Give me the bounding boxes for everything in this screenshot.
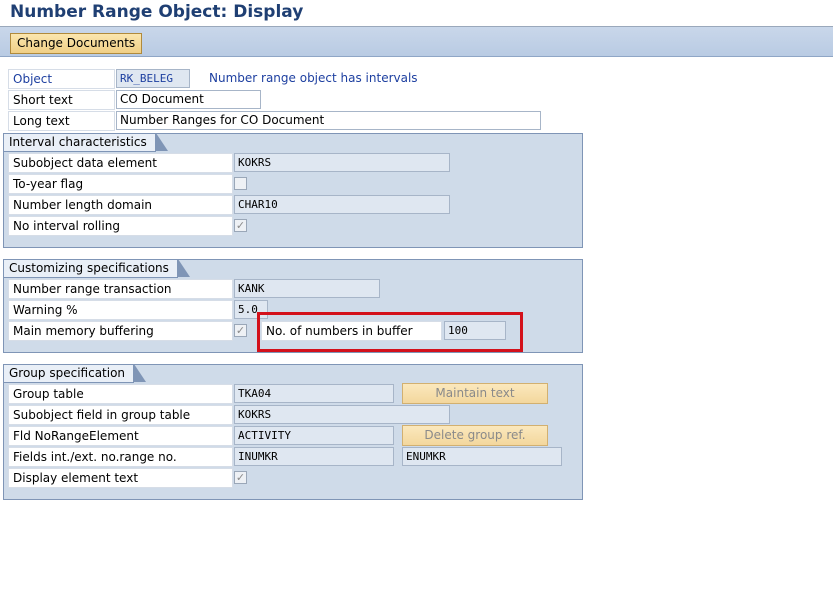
- page-title: Number Range Object: Display: [10, 2, 304, 22]
- object-label: Object: [8, 69, 115, 89]
- main-memory-buffering-label: Main memory buffering: [8, 321, 233, 341]
- to-year-flag-checkbox[interactable]: [234, 177, 247, 190]
- group-table-field[interactable]: TKA04: [234, 384, 394, 403]
- external-number-range-field[interactable]: ENUMKR: [402, 447, 562, 466]
- checkmark-icon: ✓: [235, 471, 246, 484]
- number-range-transaction-field[interactable]: KANK: [234, 279, 380, 298]
- no-range-element-label: Fld NoRangeElement: [8, 426, 233, 446]
- subobject-field-in-group-table-field[interactable]: KOKRS: [234, 405, 450, 424]
- display-element-text-checkbox[interactable]: ✓: [234, 471, 247, 484]
- warning-percent-label: Warning %: [8, 300, 233, 320]
- main-memory-buffering-checkbox[interactable]: ✓: [234, 324, 247, 337]
- highlight-box: [257, 312, 523, 352]
- checkmark-icon: ✓: [235, 324, 246, 337]
- interval-characteristics-title: Interval characteristics: [4, 133, 168, 152]
- object-field[interactable]: RK_BELEG: [116, 69, 190, 88]
- object-interval-note: Number range object has intervals: [209, 71, 418, 85]
- no-interval-rolling-label: No interval rolling: [8, 216, 233, 236]
- to-year-flag-label: To-year flag: [8, 174, 233, 194]
- change-documents-button[interactable]: Change Documents: [10, 33, 143, 54]
- delete-group-ref-button[interactable]: Delete group ref.: [402, 425, 548, 446]
- short-text-field[interactable]: CO Document: [116, 90, 261, 109]
- long-text-field[interactable]: Number Ranges for CO Document: [116, 111, 541, 130]
- group-table-label: Group table: [8, 384, 233, 404]
- short-text-label: Short text: [8, 90, 115, 110]
- group-specification-title: Group specification: [4, 364, 147, 383]
- number-length-domain-field[interactable]: CHAR10: [234, 195, 450, 214]
- fields-int-ext-label: Fields int./ext. no.range no.: [8, 447, 233, 467]
- customizing-specifications-title: Customizing specifications: [4, 259, 190, 278]
- subobject-data-element-label: Subobject data element: [8, 153, 233, 173]
- long-text-label: Long text: [8, 111, 115, 131]
- no-interval-rolling-checkbox[interactable]: ✓: [234, 219, 247, 232]
- maintain-text-button[interactable]: Maintain text: [402, 383, 548, 404]
- display-element-text-label: Display element text: [8, 468, 233, 488]
- checkmark-icon: ✓: [235, 219, 246, 232]
- number-range-transaction-label: Number range transaction: [8, 279, 233, 299]
- internal-number-range-field[interactable]: INUMKR: [234, 447, 394, 466]
- subobject-field-in-group-table-label: Subobject field in group table: [8, 405, 233, 425]
- subobject-data-element-field[interactable]: KOKRS: [234, 153, 450, 172]
- no-range-element-field[interactable]: ACTIVITY: [234, 426, 394, 445]
- number-length-domain-label: Number length domain: [8, 195, 233, 215]
